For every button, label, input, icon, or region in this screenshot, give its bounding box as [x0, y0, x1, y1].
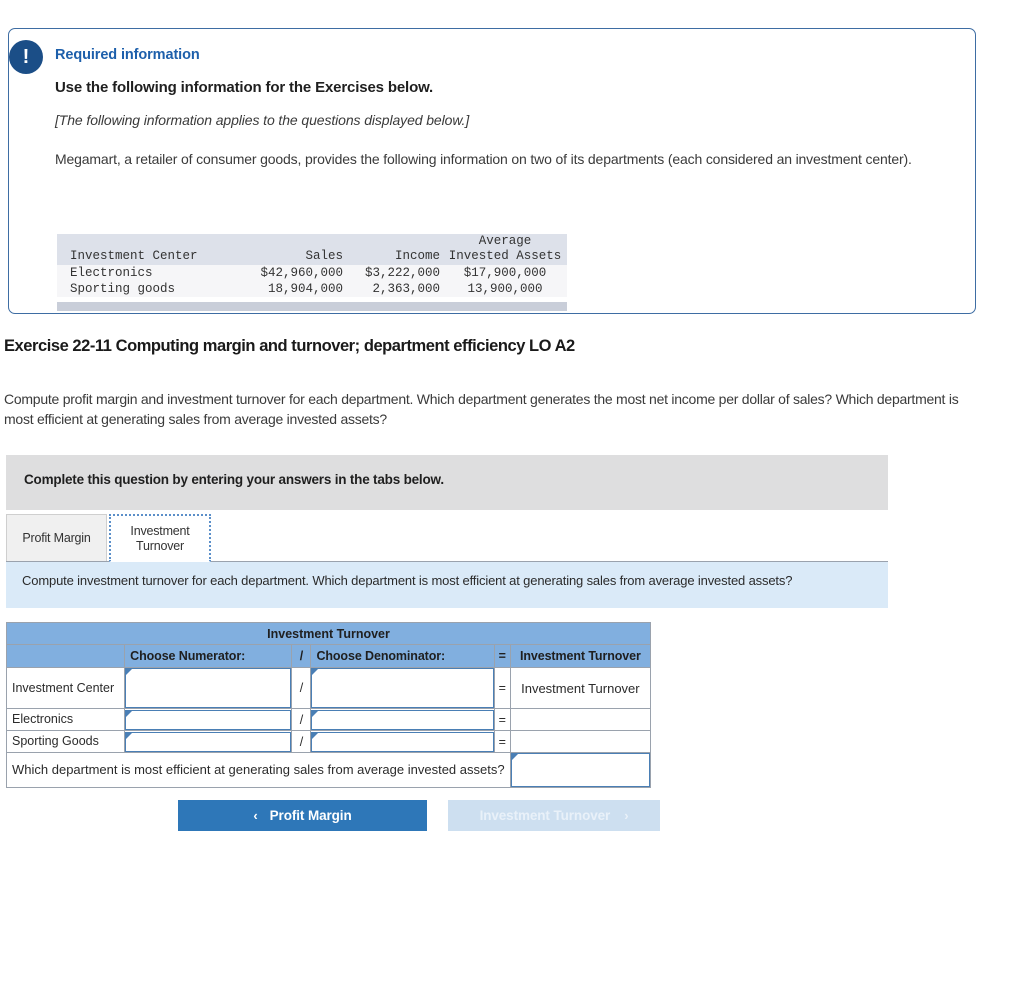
required-information-card: ! Required information Use the following… — [8, 28, 976, 314]
previous-tab-button[interactable]: ‹ Profit Margin — [178, 800, 427, 831]
row-label-investment-center: Investment Center — [12, 680, 115, 695]
answer-grid-title: Investment Turnover — [6, 622, 651, 645]
header-result: Investment Turnover — [509, 644, 652, 668]
row-label-sporting-goods: Sporting Goods — [12, 734, 99, 748]
tab-profit-margin[interactable]: Profit Margin — [6, 514, 107, 562]
footer-answer-dropdown[interactable] — [510, 753, 650, 787]
denominator-dropdown-sporting-goods[interactable] — [311, 731, 494, 752]
answer-grid-title-row: Investment Turnover — [6, 622, 651, 645]
slash-investment-center: / — [291, 667, 312, 709]
equals-electronics: = — [493, 708, 511, 731]
result-electronics — [511, 716, 650, 724]
table-row: Electronics $42,960,000 $3,222,000 $17,9… — [57, 265, 567, 281]
data-table: Average Investment Center Sales Income I… — [57, 234, 567, 297]
header-numerator: Choose Numerator: — [124, 644, 293, 668]
cell-income: 2,363,000 — [347, 281, 443, 297]
cell-assets: 13,900,000 — [443, 281, 567, 297]
header-equals: = — [493, 644, 511, 668]
scenario-text: Megamart, a retailer of consumer goods, … — [55, 151, 912, 167]
header-top-blank-1 — [57, 234, 235, 249]
cell-assets: $17,900,000 — [443, 265, 567, 281]
denominator-dropdown-electronics[interactable] — [311, 709, 494, 730]
exercise-prompt: Compute profit margin and investment tur… — [4, 391, 959, 427]
header-top-blank-2 — [235, 234, 347, 249]
question-bar: Compute investment turnover for each dep… — [6, 562, 888, 608]
header-sales: Sales — [235, 249, 347, 265]
footer-question-text: Which department is most efficient at ge… — [12, 761, 505, 777]
tab-investment-turnover-label: Investment Turnover — [130, 523, 190, 553]
investment-turnover-answer-grid: Investment Turnover Choose Numerator: / … — [5, 622, 652, 788]
numerator-dropdown-sporting-goods[interactable] — [125, 731, 292, 752]
previous-tab-label: Profit Margin — [269, 808, 352, 823]
applies-note: [The following information applies to th… — [55, 112, 470, 128]
header-blank — [5, 644, 126, 668]
row-label-electronics: Electronics — [12, 712, 74, 726]
table-row: Sporting Goods / = — [5, 730, 652, 753]
page-title: Exercise 22-11 Computing margin and turn… — [4, 337, 575, 355]
table-row: Investment Center / = Investment Turnove… — [5, 667, 652, 709]
chevron-right-icon: › — [624, 808, 629, 823]
table-row: Sporting goods 18,904,000 2,363,000 13,9… — [57, 281, 567, 297]
tab-investment-turnover[interactable]: Investment Turnover — [109, 514, 211, 562]
equals-sporting-goods: = — [493, 730, 511, 753]
chevron-left-icon: ‹ — [253, 808, 258, 823]
tab-strip: Profit Margin Investment Turnover — [6, 514, 888, 562]
cell-center: Electronics — [57, 265, 235, 281]
header-denominator: Choose Denominator: — [310, 644, 495, 668]
required-information-subtitle: Use the following information for the Ex… — [55, 79, 434, 96]
slash-sporting-goods: / — [291, 730, 312, 753]
next-tab-label: Investment Turnover — [479, 808, 611, 823]
header-investment-center: Investment Center — [57, 249, 235, 265]
tab-profit-margin-label: Profit Margin — [22, 531, 91, 545]
answer-grid-footer-row: Which department is most efficient at ge… — [6, 752, 652, 788]
required-information-body: Required information Use the following i… — [55, 47, 949, 169]
header-income: Income — [347, 249, 443, 265]
exclamation-icon: ! — [9, 40, 43, 74]
numerator-dropdown-investment-center[interactable] — [125, 668, 292, 708]
table-row: Electronics / = — [5, 708, 652, 731]
header-top-average: Average — [443, 234, 567, 249]
cell-sales: 18,904,000 — [235, 281, 347, 297]
header-top-blank-3 — [347, 234, 443, 249]
data-table-footer-bar — [57, 302, 567, 311]
denominator-dropdown-investment-center[interactable] — [311, 668, 494, 708]
instruction-bar: Complete this question by entering your … — [6, 455, 888, 510]
next-tab-button[interactable]: Investment Turnover › — [448, 800, 660, 831]
header-invested-assets: Invested Assets — [443, 249, 567, 265]
header-slash: / — [291, 644, 312, 668]
cell-income: $3,222,000 — [347, 265, 443, 281]
data-table-header-top-row: Average — [57, 234, 567, 249]
cell-center: Sporting goods — [57, 281, 235, 297]
answer-grid-header-row: Choose Numerator: / Choose Denominator: … — [5, 644, 652, 668]
result-sporting-goods — [511, 738, 650, 746]
question-text: Compute investment turnover for each dep… — [22, 573, 793, 588]
instruction-text: Complete this question by entering your … — [24, 472, 444, 487]
investment-center-data-table: Average Investment Center Sales Income I… — [57, 234, 567, 311]
data-table-header-bottom-row: Investment Center Sales Income Invested … — [57, 249, 567, 265]
equals-investment-center: = — [493, 667, 511, 709]
slash-electronics: / — [291, 708, 312, 731]
required-information-title: Required information — [55, 47, 200, 63]
numerator-dropdown-electronics[interactable] — [125, 709, 292, 730]
result-investment-center: Investment Turnover — [521, 680, 640, 696]
cell-sales: $42,960,000 — [235, 265, 347, 281]
